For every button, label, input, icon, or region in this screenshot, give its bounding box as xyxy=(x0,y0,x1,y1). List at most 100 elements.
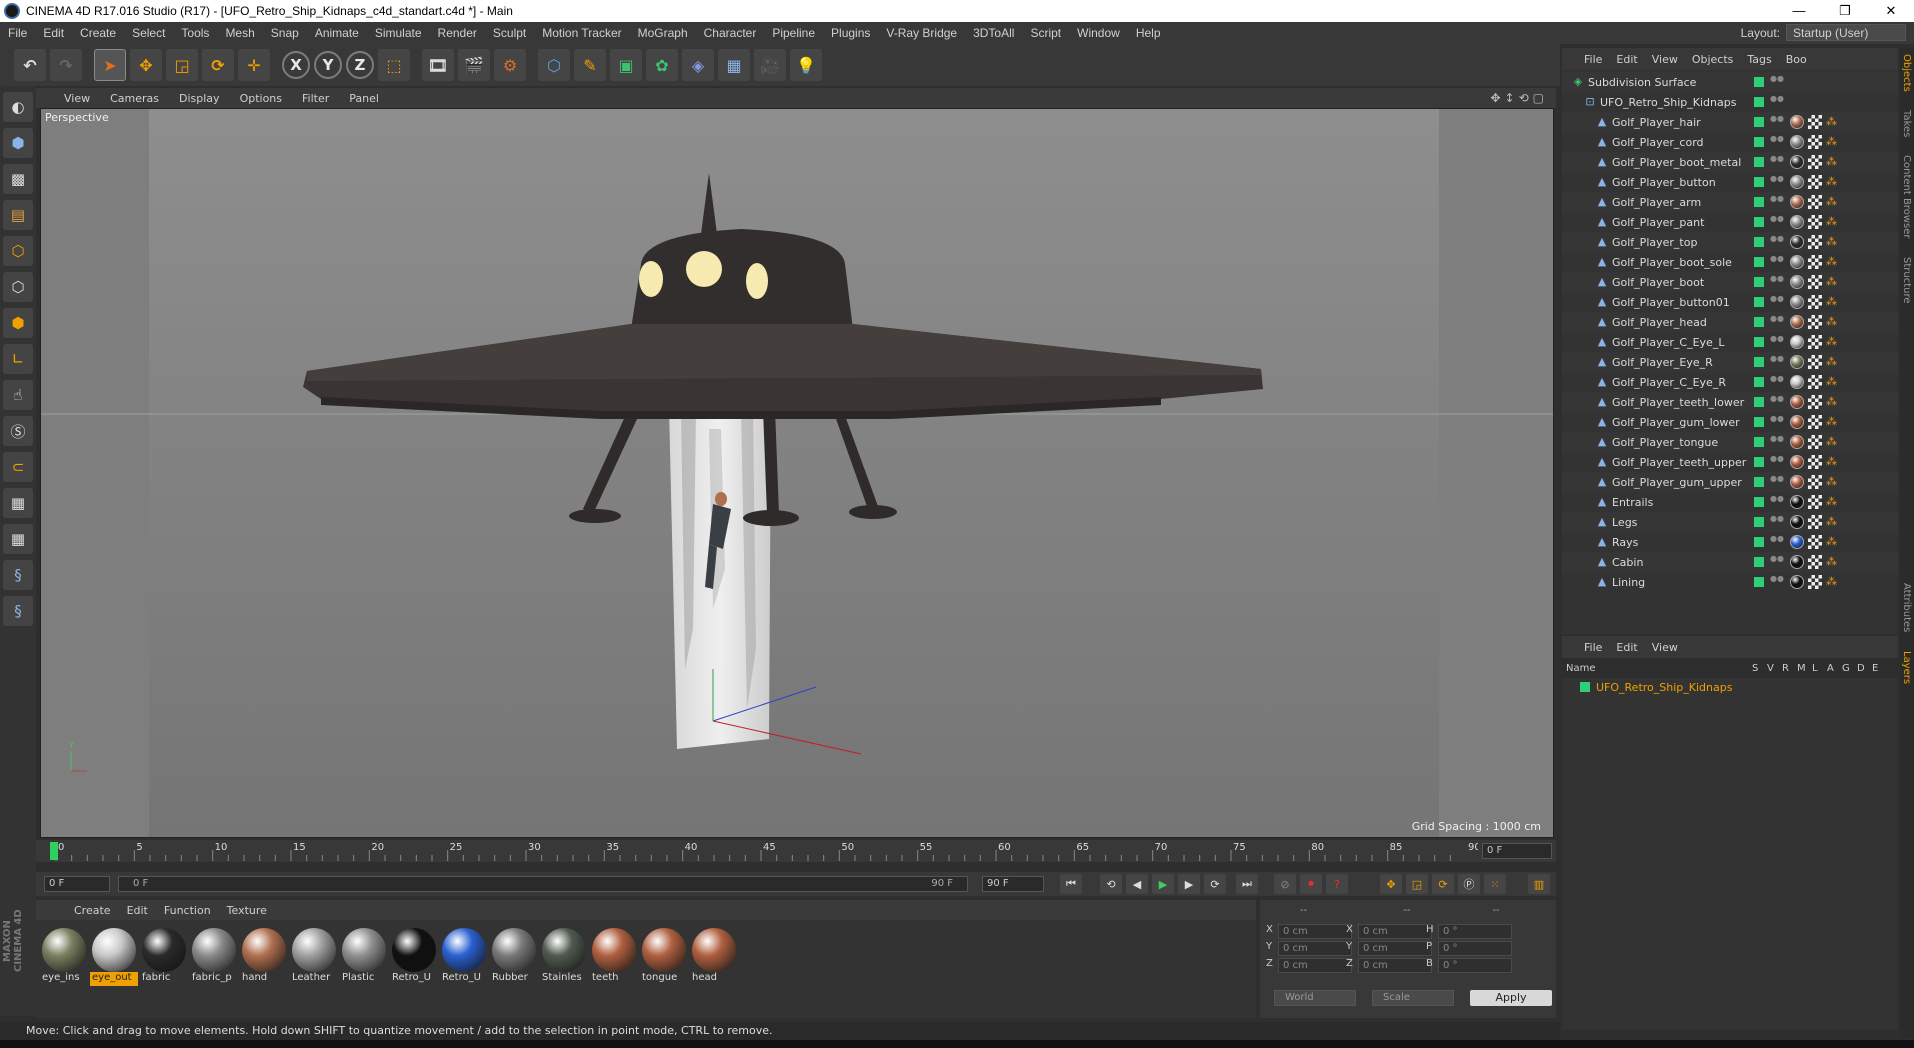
next-key-icon[interactable]: ⟳ xyxy=(1204,874,1226,894)
play-icon[interactable]: ▶ xyxy=(1152,874,1174,894)
render-picture-viewer-icon[interactable]: 🎬 xyxy=(458,49,490,81)
phong-tag-icon[interactable]: ⁂ xyxy=(1826,416,1838,428)
record-keys-icon[interactable]: ⊘ xyxy=(1274,874,1296,894)
menu-render[interactable]: Render xyxy=(430,22,485,44)
edges-mode-icon[interactable]: ⬡ xyxy=(3,272,33,302)
menu-sculpt[interactable]: Sculpt xyxy=(485,22,534,44)
side-tab-content-browser[interactable]: Content Browser xyxy=(1901,155,1912,238)
model-mode-icon[interactable]: ⬢ xyxy=(3,128,33,158)
uvw-tag-icon[interactable] xyxy=(1808,515,1822,529)
layer-column-s[interactable]: S xyxy=(1752,663,1767,674)
python-icon[interactable]: § xyxy=(3,560,33,590)
coord-value-field[interactable]: 0 cm xyxy=(1358,924,1432,939)
object-row[interactable]: ◈ Subdivision Surface ●● xyxy=(1562,72,1898,92)
phong-tag-icon[interactable]: ⁂ xyxy=(1826,496,1838,508)
polygons-mode-icon[interactable]: ⬢ xyxy=(3,308,33,338)
material-tag-icon[interactable] xyxy=(1790,155,1804,169)
layer-color-chip[interactable] xyxy=(1754,157,1764,167)
object-row[interactable]: ▲ Golf_Player_hair ●● ⁂ xyxy=(1562,112,1898,132)
uvw-tag-icon[interactable] xyxy=(1808,455,1822,469)
visibility-toggle-icon[interactable]: ●● xyxy=(1770,335,1784,348)
object-row[interactable]: ▲ Golf_Player_tongue ●● ⁂ xyxy=(1562,432,1898,452)
uvw-tag-icon[interactable] xyxy=(1808,335,1822,349)
menu-edit[interactable]: Edit xyxy=(35,22,72,44)
material-swatch[interactable]: eye_out xyxy=(90,928,138,986)
object-row[interactable]: ▲ Golf_Player_Eye_R ●● ⁂ xyxy=(1562,352,1898,372)
menu-3dtoall[interactable]: 3DToAll xyxy=(965,22,1022,44)
uvw-tag-icon[interactable] xyxy=(1808,115,1822,129)
material-tag-icon[interactable] xyxy=(1790,175,1804,189)
coord-value-field[interactable]: 0 cm xyxy=(1278,941,1352,956)
layer-column-e[interactable]: E xyxy=(1872,663,1887,674)
side-tab-objects[interactable]: Objects xyxy=(1901,54,1912,92)
layer-column-v[interactable]: V xyxy=(1767,663,1782,674)
uvw-tag-icon[interactable] xyxy=(1808,155,1822,169)
uvw-tag-icon[interactable] xyxy=(1808,475,1822,489)
phong-tag-icon[interactable]: ⁂ xyxy=(1826,176,1838,188)
layer-row[interactable]: UFO_Retro_Ship_Kidnaps xyxy=(1562,678,1898,696)
layer-color-chip[interactable] xyxy=(1754,217,1764,227)
layer-column-name[interactable]: Name xyxy=(1566,663,1752,674)
object-row[interactable]: ▲ Golf_Player_arm ●● ⁂ xyxy=(1562,192,1898,212)
phong-tag-icon[interactable]: ⁂ xyxy=(1826,116,1838,128)
layer-menu-view[interactable]: View xyxy=(1652,641,1686,654)
object-row[interactable]: ▲ Cabin ●● ⁂ xyxy=(1562,552,1898,572)
material-swatch[interactable]: Stainles xyxy=(540,928,588,986)
max-time-field[interactable]: 90 F xyxy=(982,876,1044,892)
material-tag-icon[interactable] xyxy=(1790,575,1804,589)
timeline-window-icon[interactable]: ▥ xyxy=(1528,874,1550,894)
visibility-toggle-icon[interactable]: ●● xyxy=(1770,75,1784,88)
layer-color-chip[interactable] xyxy=(1754,517,1764,527)
go-to-start-icon[interactable]: ⏮ xyxy=(1060,874,1082,894)
scale-key-icon[interactable]: ◲ xyxy=(1406,874,1428,894)
material-tag-icon[interactable] xyxy=(1790,435,1804,449)
coordinate-system-icon[interactable]: ⬚ xyxy=(378,49,410,81)
position-key-icon[interactable]: ✥ xyxy=(1380,874,1402,894)
layer-color-chip[interactable] xyxy=(1754,137,1764,147)
object-row[interactable]: ▲ Golf_Player_boot ●● ⁂ xyxy=(1562,272,1898,292)
visibility-toggle-icon[interactable]: ●● xyxy=(1770,235,1784,248)
layer-color-chip[interactable] xyxy=(1754,317,1764,327)
phong-tag-icon[interactable]: ⁂ xyxy=(1826,316,1838,328)
viewport-menu-display[interactable]: Display xyxy=(171,92,232,105)
phong-tag-icon[interactable]: ⁂ xyxy=(1826,156,1838,168)
uvw-tag-icon[interactable] xyxy=(1808,255,1822,269)
uvw-tag-icon[interactable] xyxy=(1808,315,1822,329)
visibility-toggle-icon[interactable]: ●● xyxy=(1770,495,1784,508)
material-swatch[interactable]: fabric xyxy=(140,928,188,986)
snap-icon[interactable]: ⊂ xyxy=(3,452,33,482)
object-row[interactable]: ⊡ UFO_Retro_Ship_Kidnaps ●● xyxy=(1562,92,1898,112)
object-row[interactable]: ▲ Golf_Player_gum_lower ●● ⁂ xyxy=(1562,412,1898,432)
layer-column-g[interactable]: G xyxy=(1842,663,1857,674)
next-frame-icon[interactable]: ▶ xyxy=(1178,874,1200,894)
menu-plugins[interactable]: Plugins xyxy=(823,22,878,44)
material-menu-texture[interactable]: Texture xyxy=(219,904,275,917)
phong-tag-icon[interactable]: ⁂ xyxy=(1826,296,1838,308)
layer-color-chip[interactable] xyxy=(1754,417,1764,427)
layer-color-chip[interactable] xyxy=(1754,237,1764,247)
x-axis-lock-icon[interactable]: X xyxy=(282,51,310,79)
viewport-navigation-icons[interactable]: ✥↕⟲▢ xyxy=(1490,91,1548,105)
material-tag-icon[interactable] xyxy=(1790,415,1804,429)
menu-file[interactable]: File xyxy=(0,22,35,44)
layer-color-chip[interactable] xyxy=(1754,557,1764,567)
viewport-menu-panel[interactable]: Panel xyxy=(341,92,391,105)
material-tag-icon[interactable] xyxy=(1790,495,1804,509)
material-menu-function[interactable]: Function xyxy=(156,904,219,917)
visibility-toggle-icon[interactable]: ●● xyxy=(1770,215,1784,228)
layer-color-chip[interactable] xyxy=(1754,377,1764,387)
object-row[interactable]: ▲ Golf_Player_boot_sole ●● ⁂ xyxy=(1562,252,1898,272)
layer-color-chip[interactable] xyxy=(1754,77,1764,87)
visibility-toggle-icon[interactable]: ●● xyxy=(1770,355,1784,368)
layer-column-a[interactable]: A xyxy=(1827,663,1842,674)
layer-column-d[interactable]: D xyxy=(1857,663,1872,674)
menu-animate[interactable]: Animate xyxy=(307,22,367,44)
material-swatch[interactable]: fabric_p xyxy=(190,928,238,986)
coord-value-field[interactable]: 0 ° xyxy=(1438,941,1512,956)
phong-tag-icon[interactable]: ⁂ xyxy=(1826,256,1838,268)
size-mode-dropdown[interactable]: Scale xyxy=(1372,990,1454,1006)
min-time-field[interactable]: 0 F xyxy=(44,876,110,892)
close-button[interactable]: ✕ xyxy=(1868,0,1914,22)
phong-tag-icon[interactable]: ⁂ xyxy=(1826,576,1838,588)
menu-create[interactable]: Create xyxy=(72,22,124,44)
